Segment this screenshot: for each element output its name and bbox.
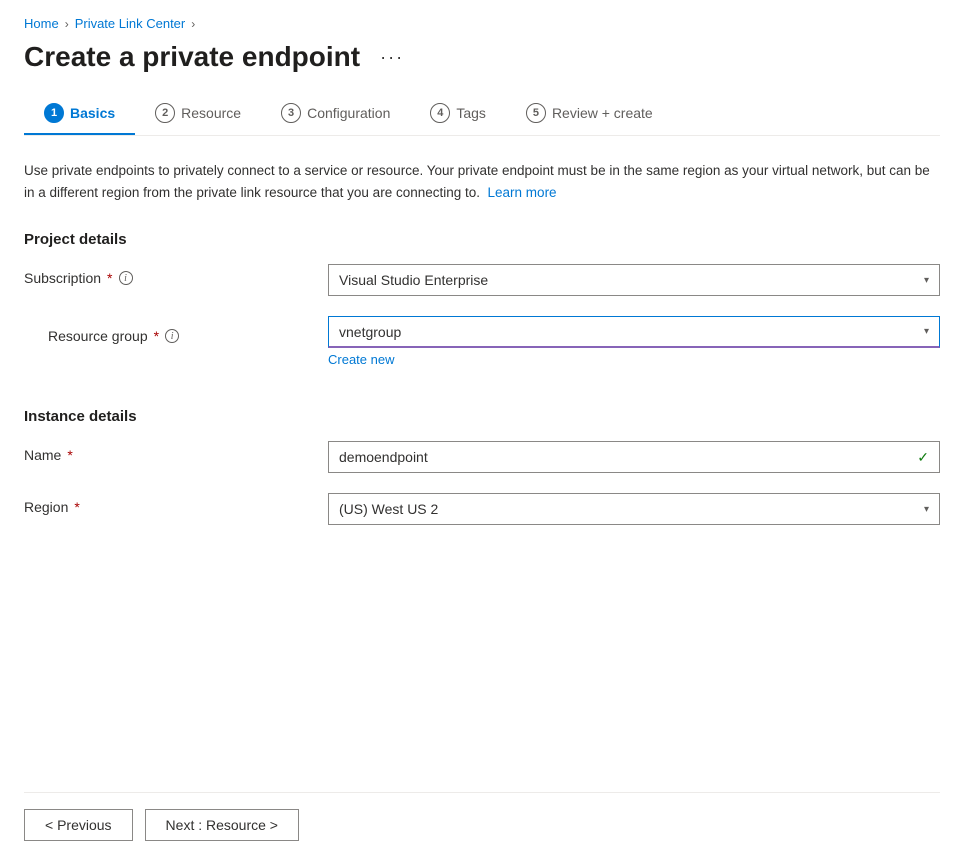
next-button[interactable]: Next : Resource > <box>145 809 299 841</box>
tab-resource[interactable]: 2 Resource <box>135 93 261 135</box>
subscription-dropdown[interactable]: Visual Studio Enterprise ▾ <box>328 264 940 296</box>
tab-number-resource: 2 <box>155 103 175 123</box>
resource-group-value: vnetgroup <box>339 324 401 340</box>
tab-label-tags: Tags <box>456 105 486 121</box>
instance-details-section: Instance details Name * demoendpoint ✓ R… <box>24 408 940 525</box>
name-check-icon: ✓ <box>917 449 929 466</box>
resource-group-label-area: Resource group * i <box>24 316 304 388</box>
tab-review-create[interactable]: 5 Review + create <box>506 93 673 135</box>
region-label: Region * <box>24 493 304 515</box>
subscription-value: Visual Studio Enterprise <box>339 272 488 288</box>
name-label: Name * <box>24 441 304 463</box>
tabs-container: 1 Basics 2 Resource 3 Configuration 4 Ta… <box>24 93 940 136</box>
region-value: (US) West US 2 <box>339 501 438 517</box>
subscription-chevron-icon: ▾ <box>924 275 929 286</box>
tab-basics[interactable]: 1 Basics <box>24 93 135 135</box>
tab-label-review-create: Review + create <box>552 105 653 121</box>
region-dropdown[interactable]: (US) West US 2 ▾ <box>328 493 940 525</box>
rg-required: * <box>154 328 159 344</box>
info-banner-text: Use private endpoints to privately conne… <box>24 163 930 200</box>
tab-tags[interactable]: 4 Tags <box>410 93 506 135</box>
region-control: (US) West US 2 ▾ <box>328 493 940 525</box>
subscription-info-icon[interactable]: i <box>119 271 133 285</box>
region-chevron-icon: ▾ <box>924 504 929 515</box>
name-required: * <box>67 447 72 463</box>
ellipsis-button[interactable]: ··· <box>372 43 412 72</box>
rg-info-icon[interactable]: i <box>165 329 179 343</box>
tab-number-review-create: 5 <box>526 103 546 123</box>
subscription-required: * <box>107 270 112 286</box>
name-group: Name * demoendpoint ✓ <box>24 441 940 473</box>
resource-group-group: Resource group * i vnetgroup ▾ Create ne… <box>24 316 940 388</box>
name-value: demoendpoint <box>339 449 428 465</box>
subscription-group: Subscription * i Visual Studio Enterpris… <box>24 264 940 296</box>
breadcrumb-sep-1: › <box>65 17 69 31</box>
main-content: Use private endpoints to privately conne… <box>24 156 940 792</box>
breadcrumb-private-link-center[interactable]: Private Link Center <box>75 16 186 31</box>
subscription-label: Subscription * i <box>24 264 304 286</box>
page-title: Create a private endpoint <box>24 41 360 73</box>
breadcrumb-sep-2: › <box>191 17 195 31</box>
footer: < Previous Next : Resource > <box>24 792 940 857</box>
tab-label-basics: Basics <box>70 105 115 121</box>
subscription-control: Visual Studio Enterprise ▾ <box>328 264 940 296</box>
tab-label-resource: Resource <box>181 105 241 121</box>
tab-label-configuration: Configuration <box>307 105 390 121</box>
previous-button[interactable]: < Previous <box>24 809 133 841</box>
project-details-section: Project details Subscription * i Visual … <box>24 231 940 388</box>
tab-number-configuration: 3 <box>281 103 301 123</box>
region-group: Region * (US) West US 2 ▾ <box>24 493 940 525</box>
instance-details-title: Instance details <box>24 408 940 425</box>
tab-configuration[interactable]: 3 Configuration <box>261 93 410 135</box>
project-details-title: Project details <box>24 231 940 248</box>
resource-group-control: vnetgroup ▾ Create new <box>328 316 940 367</box>
resource-group-dropdown[interactable]: vnetgroup ▾ <box>328 316 940 348</box>
name-input[interactable]: demoendpoint ✓ <box>328 441 940 473</box>
rg-chevron-icon: ▾ <box>924 326 929 337</box>
breadcrumb: Home › Private Link Center › <box>24 16 940 31</box>
breadcrumb-home[interactable]: Home <box>24 16 59 31</box>
tab-number-basics: 1 <box>44 103 64 123</box>
info-banner: Use private endpoints to privately conne… <box>24 156 940 207</box>
create-new-link[interactable]: Create new <box>328 352 940 367</box>
learn-more-link[interactable]: Learn more <box>488 185 557 200</box>
tab-number-tags: 4 <box>430 103 450 123</box>
name-control: demoendpoint ✓ <box>328 441 940 473</box>
region-required: * <box>74 499 79 515</box>
page-header: Create a private endpoint ··· <box>24 41 940 73</box>
